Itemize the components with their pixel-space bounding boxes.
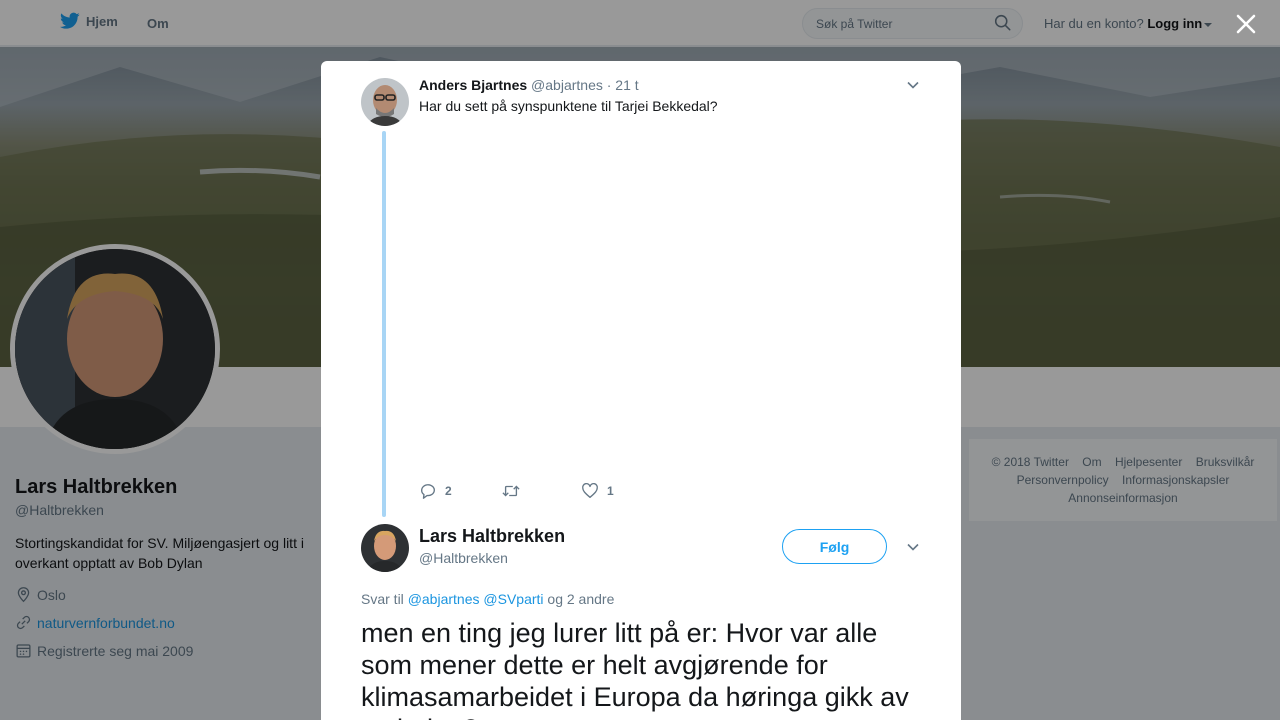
parent-tweet-actions: 2 1 [419,482,614,500]
follow-button[interactable]: Følg [782,529,887,564]
main-tweet-text: men en ting jeg lurer litt på er: Hvor v… [361,618,909,720]
tweet-modal: Anders Bjartnes @abjartnes · 21 t Har du… [321,61,961,720]
parent-tweet-time[interactable]: · 21 t [607,77,639,93]
parent-tweet-author-name[interactable]: Anders Bjartnes [419,77,527,93]
heart-icon [582,482,598,498]
reply-icon [421,484,435,499]
close-icon[interactable] [1233,11,1259,37]
like-button[interactable]: 1 [581,482,614,500]
main-tweet-chevron-down-icon[interactable] [906,540,920,554]
main-tweet-avatar[interactable] [361,524,409,572]
parent-tweet-author-handle[interactable]: @abjartnes [531,77,603,93]
main-tweet-author-name[interactable]: Lars Haltbrekken [419,526,565,547]
reply-prefix: Svar til [361,591,404,607]
thread-connector-line [382,131,386,517]
parent-tweet-chevron-down-icon[interactable] [906,78,920,92]
reply-context: Svar til @abjartnes @SVparti og 2 andre [361,591,614,607]
reply-count: 2 [445,484,452,498]
main-tweet-author-handle[interactable]: @Haltbrekken [419,550,508,566]
reply-mention-link[interactable]: @SVparti [483,591,543,607]
parent-tweet-header: Anders Bjartnes @abjartnes · 21 t [419,77,639,93]
retweet-icon [502,485,520,497]
retweet-button[interactable] [501,482,581,500]
reply-button[interactable]: 2 [419,482,501,500]
reply-mention-link[interactable]: @abjartnes [408,591,480,607]
parent-tweet-text: Har du sett på synspunktene til Tarjei B… [419,98,718,114]
like-count: 1 [607,484,614,498]
parent-tweet-avatar[interactable] [361,78,409,126]
reply-suffix[interactable]: og 2 andre [547,591,614,607]
